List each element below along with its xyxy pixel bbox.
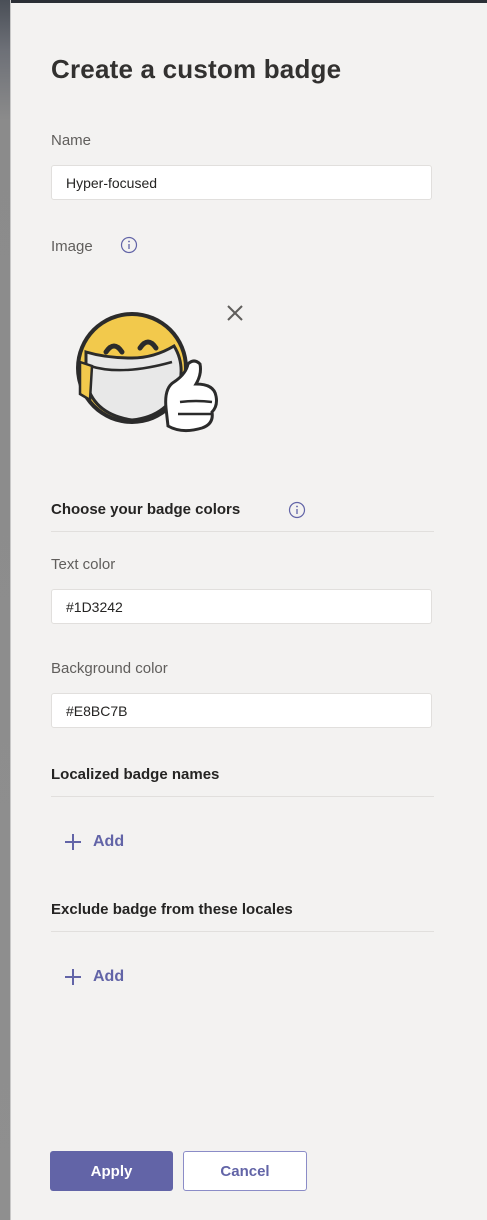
info-circle-icon[interactable] xyxy=(288,501,306,519)
page-title: Create a custom badge xyxy=(51,54,342,84)
add-excluded-locale-button[interactable]: Add xyxy=(63,963,124,991)
exclude-locales-heading: Exclude badge from these locales xyxy=(51,901,293,918)
background-app-strip xyxy=(0,0,10,1220)
info-circle-icon[interactable] xyxy=(120,236,138,254)
background-color-input[interactable] xyxy=(51,693,432,728)
close-icon[interactable] xyxy=(224,302,246,324)
name-input[interactable] xyxy=(51,165,432,200)
add-label: Add xyxy=(93,968,125,985)
localized-names-heading: Localized badge names xyxy=(51,766,220,783)
add-localized-name-button[interactable]: Add xyxy=(63,828,124,856)
text-color-label: Text color xyxy=(51,556,116,573)
background-color-label: Background color xyxy=(51,660,168,677)
smiling-face-mask-thumbs-up-icon xyxy=(76,312,218,433)
section-divider xyxy=(51,796,434,797)
text-color-input[interactable] xyxy=(51,589,432,624)
badge-colors-heading: Choose your badge colors xyxy=(51,501,241,518)
apply-button[interactable]: Apply xyxy=(50,1151,173,1191)
section-divider xyxy=(51,531,434,532)
plus-icon xyxy=(65,834,81,850)
add-label: Add xyxy=(93,833,125,850)
cancel-button[interactable]: Cancel xyxy=(183,1151,307,1191)
section-divider xyxy=(51,931,434,932)
plus-icon xyxy=(65,969,81,985)
image-label: Image xyxy=(51,238,93,255)
app-window: Create a custom badge Name Image Choose … xyxy=(0,0,487,1220)
name-label: Name xyxy=(51,132,92,149)
